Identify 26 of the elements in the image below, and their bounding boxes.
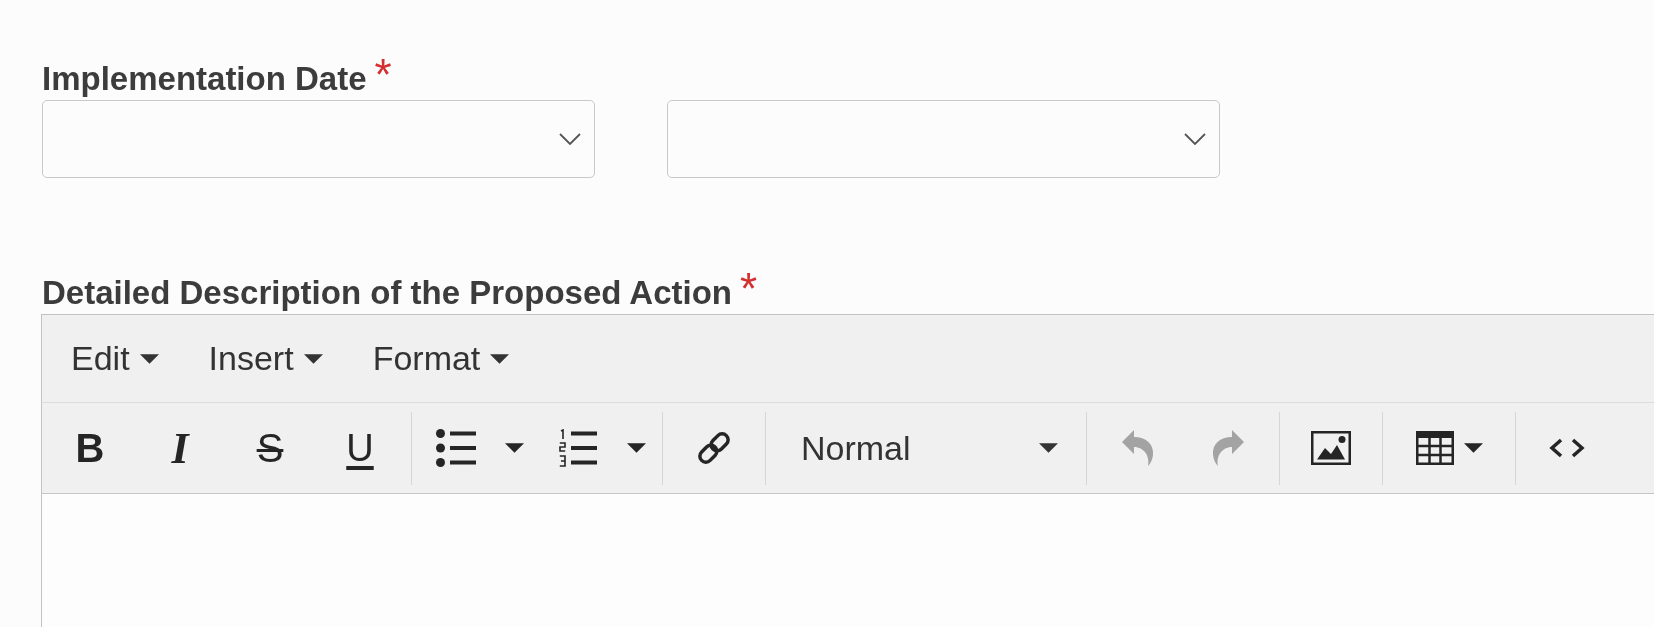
field-label: Detailed Description of the Proposed Action bbox=[42, 274, 733, 312]
format-select[interactable]: Normal bbox=[772, 415, 1080, 481]
caret-icon[interactable] bbox=[1039, 443, 1058, 453]
menu-button[interactable]: Insert bbox=[183, 315, 348, 402]
bullet-list-icon[interactable] bbox=[436, 429, 476, 467]
underline-button[interactable]: U bbox=[315, 415, 405, 481]
required-asterisk: * bbox=[740, 270, 758, 308]
bold-button[interactable]: B bbox=[45, 415, 135, 481]
caret-icon[interactable] bbox=[1464, 443, 1483, 453]
caret-icon[interactable] bbox=[490, 353, 510, 364]
image-icon[interactable] bbox=[1311, 431, 1351, 465]
caret-icon[interactable] bbox=[504, 443, 524, 453]
strikethrough-button[interactable]: S bbox=[225, 415, 315, 481]
code-icon[interactable] bbox=[1549, 438, 1585, 458]
menu-button[interactable]: Format bbox=[347, 315, 535, 402]
required-asterisk: * bbox=[374, 56, 392, 94]
table-icon[interactable] bbox=[1416, 431, 1454, 465]
menu-button[interactable]: Edit bbox=[46, 315, 184, 402]
chevron-down-icon[interactable] bbox=[1184, 133, 1206, 145]
caret-icon[interactable] bbox=[139, 353, 159, 364]
numbered-list-icon[interactable] bbox=[559, 429, 597, 467]
caret-icon[interactable] bbox=[303, 353, 323, 364]
field-label: Implementation Date bbox=[42, 60, 367, 98]
chevron-down-icon[interactable] bbox=[559, 133, 581, 145]
italic-button[interactable]: I bbox=[135, 415, 225, 481]
caret-icon[interactable] bbox=[626, 443, 646, 453]
